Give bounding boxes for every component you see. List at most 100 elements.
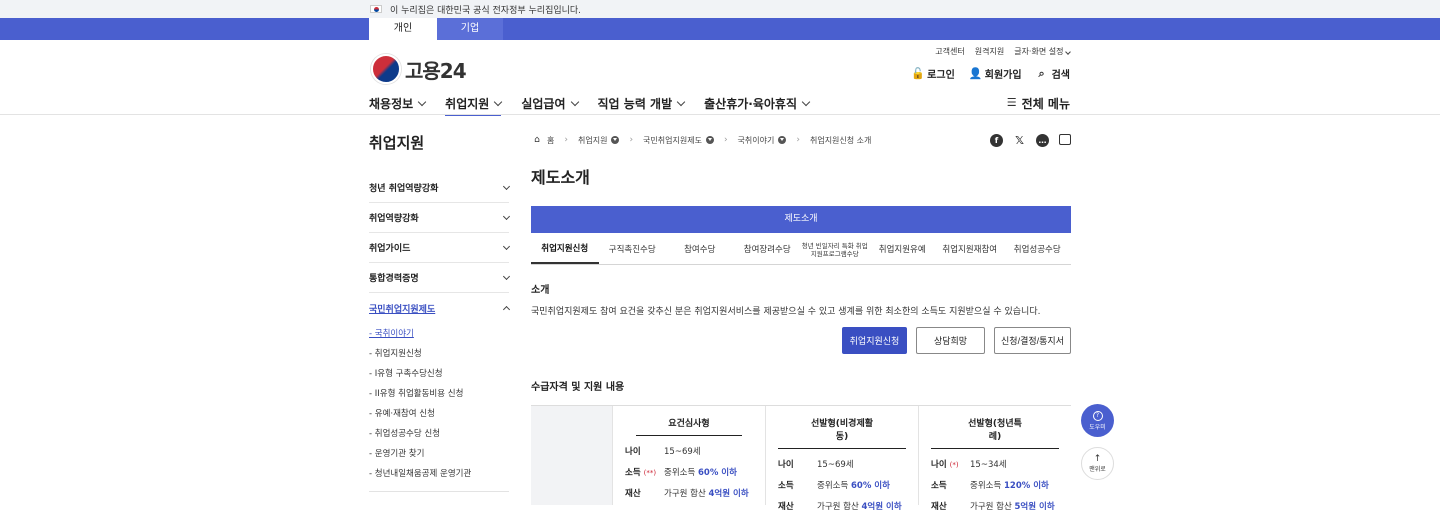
subtab-apply[interactable]: 취업지원신청	[531, 237, 599, 264]
side-nav-item-label: 통합경력증명	[369, 274, 419, 284]
breadcrumb-item[interactable]: 국민취업지원제도	[643, 135, 714, 146]
side-nav-subitem-label: - 유예·재참여 신청	[369, 409, 435, 419]
intro-text: 국민취업지원제도 참여 요건을 갖추신 분은 취업지원서비스를 제공받으실 수 …	[531, 307, 1041, 317]
korea-flag-icon	[370, 5, 382, 13]
user-actions: 🔓 로그인 👤 회원가입 ⌕ 검색	[911, 66, 1070, 81]
remote-support-link[interactable]: 원격지원	[975, 46, 1004, 57]
asset-row: 재산 가구원 합산 4억원 이하	[625, 487, 753, 499]
chevron-down-icon	[676, 97, 686, 106]
print-icon[interactable]	[1059, 134, 1071, 145]
breadcrumb-label: 취업지원	[577, 135, 608, 145]
dropdown-circle-icon	[611, 136, 620, 144]
income-value: 중위소득 60% 이하	[664, 468, 737, 478]
side-nav-subitem-label: - I유형 구촉수당신청	[369, 369, 443, 379]
asset-label: 재산	[625, 489, 641, 499]
age-value: 15~34세	[970, 460, 1007, 470]
breadcrumb-label: 홈	[547, 135, 555, 145]
requirements-column: 요건심사형 나이 15~69세 소득 (**) 중위소득 60% 이하 재산 가구원 합…	[612, 406, 765, 505]
income-value: 중위소득 120% 이하	[970, 481, 1049, 491]
age-value: 15~69세	[664, 447, 701, 457]
side-nav-item[interactable]: 통합경력증명	[369, 263, 511, 293]
hamburger-icon: ☰	[1006, 96, 1017, 109]
login-label: 로그인	[927, 70, 955, 81]
income-row: 소득 중위소득 120% 이하	[931, 479, 1059, 491]
gnb-item-jobs[interactable]: 채용정보	[369, 92, 427, 114]
breadcrumb-label: 취업지원신청 소개	[809, 135, 872, 145]
side-nav-subitem[interactable]: - 청년내일채움공제 운영기관	[369, 463, 509, 483]
side-nav-item-active[interactable]: 국민취업지원제도	[369, 293, 511, 323]
subtab-job-seeking-allowance[interactable]: 구직촉진수당	[599, 237, 667, 264]
breadcrumb-current: 취업지원신청 소개	[810, 135, 871, 146]
signup-button[interactable]: 👤 회원가입	[969, 66, 1022, 81]
dropdown-circle-icon	[778, 136, 787, 144]
gnb-item-skills-development[interactable]: 직업 능력 개발	[597, 92, 686, 114]
chevron-down-icon	[570, 97, 579, 106]
asset-value: 가구원 합산 4억원 이하	[817, 502, 902, 512]
column-title: 선발형(청년특례)	[931, 416, 1059, 449]
dropdown-circle-icon	[705, 136, 714, 144]
scroll-top-button[interactable]: ↑ 맨위로	[1081, 447, 1114, 480]
subtab-participation-allowance[interactable]: 참여수당	[666, 237, 734, 264]
side-nav-subitem[interactable]: - I유형 구촉수당신청	[369, 363, 509, 383]
gnb-item-parental-leave[interactable]: 출산휴가·육아휴직	[704, 92, 811, 114]
side-nav: 취업지원 청년 취업역량강화 취업역량강화 취업가이드 통합경력증명 국민취업지…	[369, 132, 511, 492]
display-settings-button[interactable]: 글자·화면 설정	[1014, 46, 1071, 57]
site-logo[interactable]: 고용24	[371, 54, 467, 84]
breadcrumb-item[interactable]: 취업지원	[577, 135, 620, 146]
section-bar: 제도소개	[531, 206, 1071, 233]
gov-banner-text: 이 누리집은 대한민국 공식 전자정부 누리집입니다.	[390, 5, 582, 16]
subtab-participation-incentive[interactable]: 참여장려수당	[734, 237, 802, 264]
side-nav-subitem[interactable]: - 취업성공수당 신청	[369, 423, 509, 443]
helper-button[interactable]: ? 도우미	[1081, 404, 1114, 437]
subtab-deferral[interactable]: 취업지원유예	[869, 237, 937, 264]
gnb-item-label: 출산휴가·육아휴직	[704, 96, 798, 111]
side-nav-subitem[interactable]: - 운영기관 찾기	[369, 443, 509, 463]
tab-company[interactable]: 기업	[437, 18, 503, 40]
consult-button[interactable]: 상담희망	[916, 327, 985, 354]
side-nav-subitem[interactable]: - 취업지원신청	[369, 343, 509, 363]
all-menu-label: 전체 메뉴	[1021, 96, 1070, 111]
subtab-success-allowance[interactable]: 취업성공수당	[1004, 237, 1072, 264]
asset-value: 가구원 합산 5억원 이하	[970, 502, 1055, 512]
chevron-down-icon	[502, 182, 511, 190]
side-nav-subitem[interactable]: - II유형 취업활동비용 신청	[369, 383, 509, 403]
search-icon: ⌕	[1038, 66, 1045, 80]
apply-button[interactable]: 취업지원신청	[842, 327, 907, 354]
breadcrumb-separator-icon: ›	[564, 135, 568, 145]
kakaotalk-icon[interactable]: …	[1036, 134, 1049, 147]
side-nav-item[interactable]: 청년 취업역량강화	[369, 173, 511, 203]
side-nav-subitem[interactable]: - 유예·재참여 신청	[369, 403, 509, 423]
breadcrumb-separator-icon: ›	[796, 135, 800, 145]
subtab-bar: 취업지원신청 구직촉진수당 참여수당 참여장려수당 청년 빈일자리 특화 취업지…	[531, 237, 1071, 265]
gnb-item-unemployment-benefits[interactable]: 실업급여	[521, 92, 579, 114]
gnb-item-label: 직업 능력 개발	[597, 96, 673, 111]
all-menu-button[interactable]: ☰ 전체 메뉴	[1006, 92, 1070, 114]
requirements-table: 요건심사형 나이 15~69세 소득 (**) 중위소득 60% 이하 재산 가구원 합…	[531, 405, 1071, 512]
side-nav-subitem-label: - 취업지원신청	[369, 349, 422, 359]
global-nav: 채용정보 취업지원 실업급여 직업 능력 개발 출산휴가·육아휴직 ☰ 전체 메뉴	[369, 92, 1070, 116]
arrow-up-icon: ↑	[1093, 454, 1102, 464]
breadcrumb-separator-icon: ›	[723, 135, 728, 145]
x-twitter-icon[interactable]: 𝕏	[1013, 134, 1026, 147]
subtab-reparticipation[interactable]: 취업지원재참여	[936, 237, 1004, 264]
income-label: 소득	[778, 481, 794, 491]
gnb-item-employment-support[interactable]: 취업지원	[445, 92, 503, 116]
subtab-youth-program-allowance[interactable]: 청년 빈일자리 특화 취업지원프로그램수당	[801, 237, 869, 264]
tab-personal[interactable]: 개인	[369, 18, 437, 40]
side-nav-subitem-label: - 취업성공수당 신청	[369, 429, 441, 439]
notice-button[interactable]: 신청/결정/통지서	[994, 327, 1071, 354]
side-nav-item[interactable]: 취업역량강화	[369, 203, 511, 233]
side-nav-subitem-current[interactable]: - 국취이야기	[369, 323, 509, 343]
login-button[interactable]: 🔓 로그인	[911, 66, 955, 81]
home-icon: ⌂	[534, 135, 540, 145]
scroll-top-label: 맨위로	[1089, 466, 1106, 473]
audience-tab-bar: 개인 기업	[0, 18, 1440, 40]
breadcrumb-home[interactable]: ⌂ 홈	[531, 134, 554, 146]
customer-center-link[interactable]: 고객센터	[935, 46, 964, 57]
search-button[interactable]: ⌕ 검색	[1036, 66, 1071, 81]
side-nav-subitem-label: - 국취이야기	[369, 329, 414, 339]
facebook-icon[interactable]: f	[990, 134, 1003, 147]
question-icon: ?	[1092, 410, 1103, 421]
side-nav-item[interactable]: 취업가이드	[369, 233, 511, 263]
breadcrumb-item[interactable]: 국취이야기	[738, 135, 787, 146]
